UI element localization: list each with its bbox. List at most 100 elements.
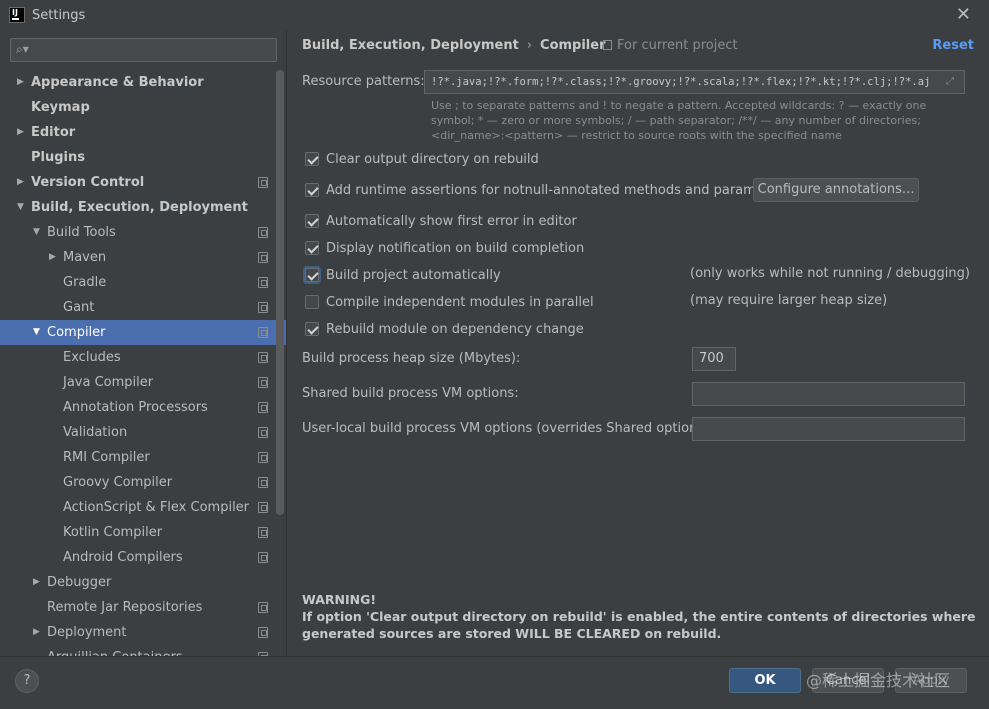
configure-annotations-button[interactable]: Configure annotations... [753, 178, 919, 202]
scope-label: For current project [617, 38, 738, 53]
option-note: (may require larger heap size) [690, 293, 888, 308]
ok-button[interactable]: OK [729, 668, 801, 693]
option-checkbox-row[interactable]: Automatically show first error in editor [305, 211, 577, 231]
settings-search-input[interactable]: ⌕▾ [10, 38, 277, 62]
tree-item[interactable]: RMI Compiler [0, 445, 286, 470]
project-settings-icon [258, 502, 268, 513]
tree-item[interactable]: Android Compilers [0, 545, 286, 570]
cancel-button[interactable]: Cancel [812, 668, 884, 693]
title-bar: Settings ✕ [0, 0, 989, 30]
project-settings-icon [258, 177, 268, 188]
project-settings-icon [258, 252, 268, 263]
tree-item-label: Groovy Compiler [63, 475, 173, 490]
tree-item[interactable]: Plugins [0, 145, 286, 170]
tree-item-label: Plugins [31, 150, 85, 165]
tree-item[interactable]: Annotation Processors [0, 395, 286, 420]
project-settings-icon [258, 427, 268, 438]
tree-item[interactable]: ▶ Deployment [0, 620, 286, 645]
settings-sidebar: ⌕▾ ▶ Appearance & Behavior Keymap ▶ Editor Pl… [0, 30, 286, 656]
checkbox-label: Display notification on build completion [326, 240, 585, 256]
tree-item[interactable]: ▼ Build Tools [0, 220, 286, 245]
option-checkbox-row[interactable]: Clear output directory on rebuild [305, 149, 539, 169]
option-checkbox-row[interactable]: Compile independent modules in parallel [305, 292, 594, 312]
expand-icon[interactable]: ⤢ [946, 76, 957, 87]
expand-arrow-icon[interactable]: ▶ [17, 70, 27, 95]
expand-arrow-icon[interactable]: ▶ [17, 170, 27, 195]
tree-item[interactable]: ▶ Maven [0, 245, 286, 270]
option-checkbox-row[interactable]: Rebuild module on dependency change [305, 319, 584, 339]
user-vm-options-input[interactable] [692, 417, 965, 441]
collapse-arrow-icon[interactable]: ▼ [17, 195, 27, 220]
shared-vm-options-label: Shared build process VM options: [302, 386, 519, 401]
resource-patterns-input[interactable]: !?*.java;!?*.form;!?*.class;!?*.groovy;!… [424, 70, 965, 94]
tree-item[interactable]: ▶ Debugger [0, 570, 286, 595]
breadcrumb: Build, Execution, Deployment › Compiler [302, 38, 606, 53]
project-settings-icon [258, 602, 268, 613]
tree-item-label: Deployment [47, 625, 127, 640]
project-settings-icon [258, 452, 268, 463]
expand-arrow-icon[interactable]: ▶ [33, 570, 43, 595]
shared-vm-options-input[interactable] [692, 382, 965, 406]
apply-button[interactable]: Apply [895, 668, 967, 693]
help-button[interactable]: ? [15, 669, 39, 693]
tree-item-label: RMI Compiler [63, 450, 150, 465]
checkbox[interactable] [305, 183, 319, 197]
collapse-arrow-icon[interactable]: ▼ [33, 220, 43, 245]
tree-item-label: Build, Execution, Deployment [31, 200, 248, 215]
tree-item-label: Excludes [63, 350, 121, 365]
checkbox[interactable] [305, 214, 319, 228]
warning-title: WARNING! [302, 592, 377, 607]
breadcrumb-parent: Build, Execution, Deployment [302, 38, 519, 53]
checkbox[interactable] [305, 295, 319, 309]
tree-item-label: Arquillian Containers [47, 645, 183, 656]
checkbox[interactable] [305, 241, 319, 255]
checkbox[interactable] [303, 266, 321, 284]
collapse-arrow-icon[interactable]: ▼ [33, 320, 43, 345]
tree-item[interactable]: Keymap [0, 95, 286, 120]
tree-item-label: Android Compilers [63, 550, 183, 565]
tree-item[interactable]: ActionScript & Flex Compiler [0, 495, 286, 520]
user-vm-options-label: User-local build process VM options (ove… [302, 421, 714, 436]
option-note: (only works while not running / debuggin… [690, 266, 970, 281]
expand-arrow-icon[interactable]: ▶ [49, 245, 59, 270]
tree-item-label: Validation [63, 425, 128, 440]
tree-item-label: Gradle [63, 275, 107, 290]
tree-item[interactable]: Gant [0, 295, 286, 320]
tree-item-label: Annotation Processors [63, 400, 208, 415]
settings-tree: ▶ Appearance & Behavior Keymap ▶ Editor Plugi… [0, 70, 286, 656]
checkbox[interactable] [305, 152, 319, 166]
tree-item[interactable]: ▶ Version Control [0, 170, 286, 195]
option-checkbox-row[interactable]: Build project automatically [303, 265, 501, 285]
tree-item-label: Keymap [31, 100, 90, 115]
tree-item[interactable]: ▶ Editor [0, 120, 286, 145]
heap-size-input[interactable]: 700 [692, 347, 736, 371]
option-checkbox-row[interactable]: Display notification on build completion [305, 238, 584, 258]
tree-item[interactable]: ▼ Compiler [0, 320, 286, 345]
tree-item[interactable]: ▼ Build, Execution, Deployment [0, 195, 286, 220]
sidebar-scrollbar[interactable] [276, 70, 284, 515]
rebuild-warning: WARNING! If option 'Clear output directo… [302, 591, 982, 642]
dialog-button-bar: ? OK Cancel Apply @稀土掘金技术社区 [0, 656, 989, 709]
checkbox[interactable] [305, 322, 319, 336]
close-icon[interactable]: ✕ [956, 4, 971, 25]
tree-item[interactable]: Java Compiler [0, 370, 286, 395]
tree-item[interactable]: Gradle [0, 270, 286, 295]
tree-item[interactable]: Arquillian Containers [0, 645, 286, 656]
reset-link[interactable]: Reset [932, 38, 974, 53]
resource-patterns-label: Resource patterns: [302, 74, 425, 89]
tree-item[interactable]: Validation [0, 420, 286, 445]
tree-item-label: Build Tools [47, 225, 116, 240]
checkbox-label: Rebuild module on dependency change [326, 321, 584, 337]
checkbox-label: Automatically show first error in editor [326, 213, 577, 229]
search-icon: ⌕▾ [16, 42, 29, 56]
option-checkbox-row[interactable]: Add runtime assertions for notnull-annot… [305, 180, 789, 200]
scope-indicator: For current project [603, 38, 738, 53]
expand-arrow-icon[interactable]: ▶ [17, 120, 27, 145]
tree-item[interactable]: Excludes [0, 345, 286, 370]
tree-item[interactable]: Remote Jar Repositories [0, 595, 286, 620]
tree-item[interactable]: Kotlin Compiler [0, 520, 286, 545]
expand-arrow-icon[interactable]: ▶ [33, 620, 43, 645]
warning-text: If option 'Clear output directory on reb… [302, 609, 976, 641]
tree-item[interactable]: ▶ Appearance & Behavior [0, 70, 286, 95]
tree-item[interactable]: Groovy Compiler [0, 470, 286, 495]
